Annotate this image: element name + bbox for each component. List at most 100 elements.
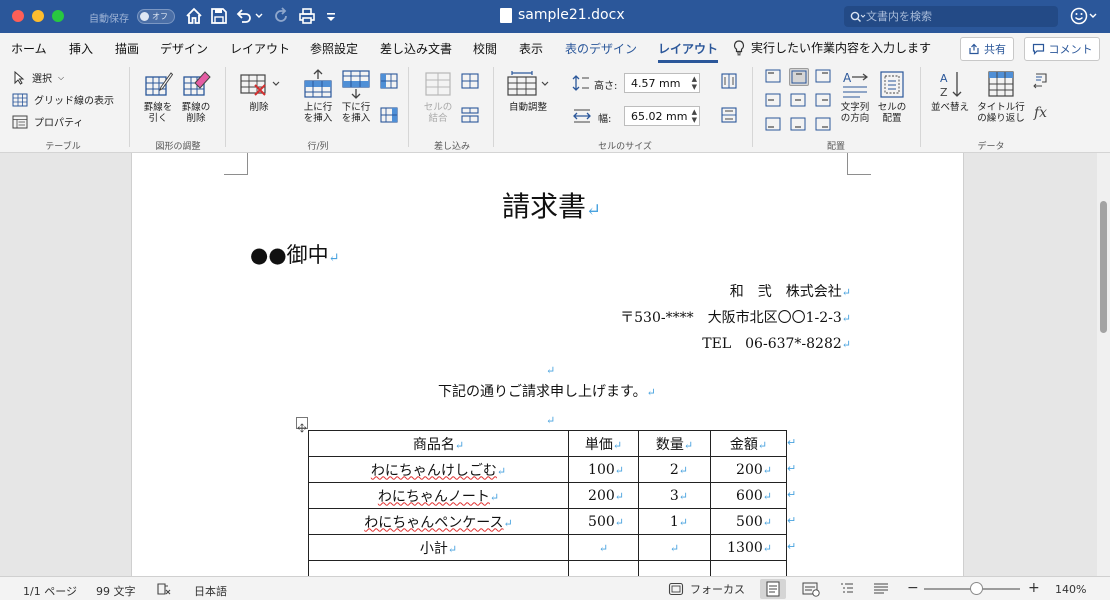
table-cell[interactable]: 小計↵ xyxy=(308,534,569,561)
align-middle-left-button[interactable] xyxy=(764,92,784,110)
proofing-icon[interactable] xyxy=(156,582,172,596)
scrollbar-thumb[interactable] xyxy=(1100,201,1107,333)
feedback-smiley-icon[interactable] xyxy=(1069,6,1099,26)
distribute-rows-icon[interactable] xyxy=(720,73,738,89)
tab-table-design[interactable]: 表のデザイン xyxy=(565,40,637,57)
table-cell[interactable]: 2↵ xyxy=(638,456,711,483)
eraser-button[interactable]: 罫線の 削除 xyxy=(178,69,214,124)
tab-insert[interactable]: 挿入 xyxy=(69,40,93,57)
table-cell[interactable]: 500↵ xyxy=(710,508,787,535)
insert-right-icon[interactable] xyxy=(380,107,398,123)
zoom-in-button[interactable]: + xyxy=(1028,580,1040,596)
outline-view-button[interactable] xyxy=(834,579,860,599)
table-cell[interactable]: ↵ xyxy=(638,534,711,561)
repeat-header-rows-button[interactable]: タイトル行 の繰り返し xyxy=(975,69,1027,124)
autofit-button[interactable]: 自動調整 xyxy=(503,69,553,113)
align-bottom-left-button[interactable] xyxy=(764,116,784,134)
align-top-right-button[interactable] xyxy=(814,68,834,86)
insert-row-below-button[interactable]: 下に行 を挿入 xyxy=(338,69,374,124)
split-cells-icon[interactable] xyxy=(461,73,479,89)
save-icon[interactable] xyxy=(209,6,229,26)
align-top-center-button[interactable] xyxy=(789,68,809,86)
align-middle-center-button[interactable] xyxy=(789,92,809,110)
tell-me-box[interactable]: 実行したい作業内容を入力します xyxy=(733,39,931,56)
redo-icon[interactable] xyxy=(271,6,291,26)
undo-dropdown-icon[interactable] xyxy=(254,6,264,26)
search-box[interactable] xyxy=(844,6,1058,27)
table-cell[interactable] xyxy=(638,560,711,576)
zoom-slider-thumb[interactable] xyxy=(970,582,983,595)
tab-design[interactable]: デザイン xyxy=(160,40,208,57)
merge-cells-button[interactable]: セルの 結合 xyxy=(419,69,457,124)
focus-mode-button[interactable]: フォーカス xyxy=(668,581,745,597)
language-indicator[interactable]: 日本語 xyxy=(194,583,227,599)
document-canvas[interactable]: 請求書↵ ●●御中↵ 和 弐 株式会社↵ 〒530-**** 大阪市北区〇〇1-… xyxy=(0,153,1097,576)
table-cell[interactable]: 500↵ xyxy=(568,508,639,535)
draw-table-button[interactable]: 罫線を 引く xyxy=(141,69,175,124)
table-header-cell[interactable]: 単価↵ xyxy=(568,430,639,457)
insert-left-icon[interactable] xyxy=(380,73,398,89)
table-cell[interactable] xyxy=(308,560,569,576)
table-cell[interactable] xyxy=(568,560,639,576)
table-cell[interactable]: 1300↵ xyxy=(710,534,787,561)
table-cell[interactable]: 600↵ xyxy=(710,482,787,509)
share-button[interactable]: 共有 xyxy=(960,37,1014,61)
autosave-toggle[interactable]: オフ xyxy=(137,9,175,24)
table-properties-button[interactable]: プロパティ xyxy=(12,114,83,129)
print-layout-view-button[interactable] xyxy=(760,579,786,599)
view-gridlines-button[interactable]: グリッド線の表示 xyxy=(12,92,114,107)
table-cell[interactable]: 200↵ xyxy=(568,482,639,509)
table-cell[interactable]: わにちゃんけしごむ↵ xyxy=(308,456,569,483)
customize-toolbar-icon[interactable] xyxy=(324,6,338,26)
table-cell[interactable]: 100↵ xyxy=(568,456,639,483)
tab-references[interactable]: 参照設定 xyxy=(310,40,358,57)
table-cell[interactable]: 200↵ xyxy=(710,456,787,483)
spinner-arrows-icon[interactable]: ▲ ▼ xyxy=(692,108,697,124)
print-icon[interactable] xyxy=(297,6,317,26)
table-cell[interactable]: わにちゃんノート↵ xyxy=(308,482,569,509)
comments-button[interactable]: コメント xyxy=(1024,37,1100,61)
close-window-button[interactable] xyxy=(12,10,24,22)
tab-layout[interactable]: レイアウト xyxy=(230,40,290,57)
table-cell[interactable]: 1↵ xyxy=(638,508,711,535)
zoom-level[interactable]: 140% xyxy=(1055,583,1086,596)
zoom-out-button[interactable]: − xyxy=(907,580,919,596)
delete-button[interactable]: 削除 xyxy=(236,69,282,113)
height-input[interactable]: 4.57 mm ▲ ▼ xyxy=(624,73,700,93)
split-table-icon[interactable] xyxy=(461,107,479,123)
tab-home[interactable]: ホーム xyxy=(11,40,47,57)
table-cell[interactable]: ↵ xyxy=(568,534,639,561)
spinner-arrows-icon[interactable]: ▲ ▼ xyxy=(692,75,697,91)
table-header-cell[interactable]: 数量↵ xyxy=(638,430,711,457)
insert-row-above-button[interactable]: 上に行 を挿入 xyxy=(300,69,336,124)
distribute-columns-icon[interactable] xyxy=(720,107,738,123)
home-icon[interactable] xyxy=(184,6,204,26)
search-input[interactable] xyxy=(866,10,1046,23)
web-layout-view-button[interactable] xyxy=(798,579,824,599)
tab-mailings[interactable]: 差し込み文書 xyxy=(380,40,452,57)
align-bottom-center-button[interactable] xyxy=(789,116,809,134)
sort-button[interactable]: AZ 並べ替え xyxy=(930,69,970,113)
undo-icon[interactable] xyxy=(234,6,254,26)
select-button[interactable]: 選択 ⌵ xyxy=(12,70,64,85)
table-cell[interactable]: わにちゃんペンケース↵ xyxy=(308,508,569,535)
vertical-scrollbar[interactable] xyxy=(1097,153,1110,576)
table-cell[interactable]: 3↵ xyxy=(638,482,711,509)
draft-view-button[interactable] xyxy=(868,579,894,599)
align-top-left-button[interactable] xyxy=(764,68,784,86)
table-header-cell[interactable]: 金額↵ xyxy=(710,430,787,457)
tab-table-layout[interactable]: レイアウト xyxy=(658,40,719,63)
word-count[interactable]: 99 文字 xyxy=(96,583,136,599)
cell-margins-button[interactable]: セルの 配置 xyxy=(873,69,911,124)
minimize-window-button[interactable] xyxy=(32,10,44,22)
text-direction-button[interactable]: A 文字列 の方向 xyxy=(836,69,874,124)
convert-to-text-icon[interactable] xyxy=(1032,72,1050,90)
tab-review[interactable]: 校閲 xyxy=(473,40,497,57)
width-input[interactable]: 65.02 mm ▲ ▼ xyxy=(624,106,700,126)
formula-button[interactable]: fx xyxy=(1034,105,1047,121)
tab-view[interactable]: 表示 xyxy=(519,40,543,57)
align-bottom-right-button[interactable] xyxy=(814,116,834,134)
table-move-handle[interactable] xyxy=(296,417,308,433)
page-count[interactable]: 1/1 ページ xyxy=(23,583,77,599)
table-cell[interactable] xyxy=(710,560,787,576)
